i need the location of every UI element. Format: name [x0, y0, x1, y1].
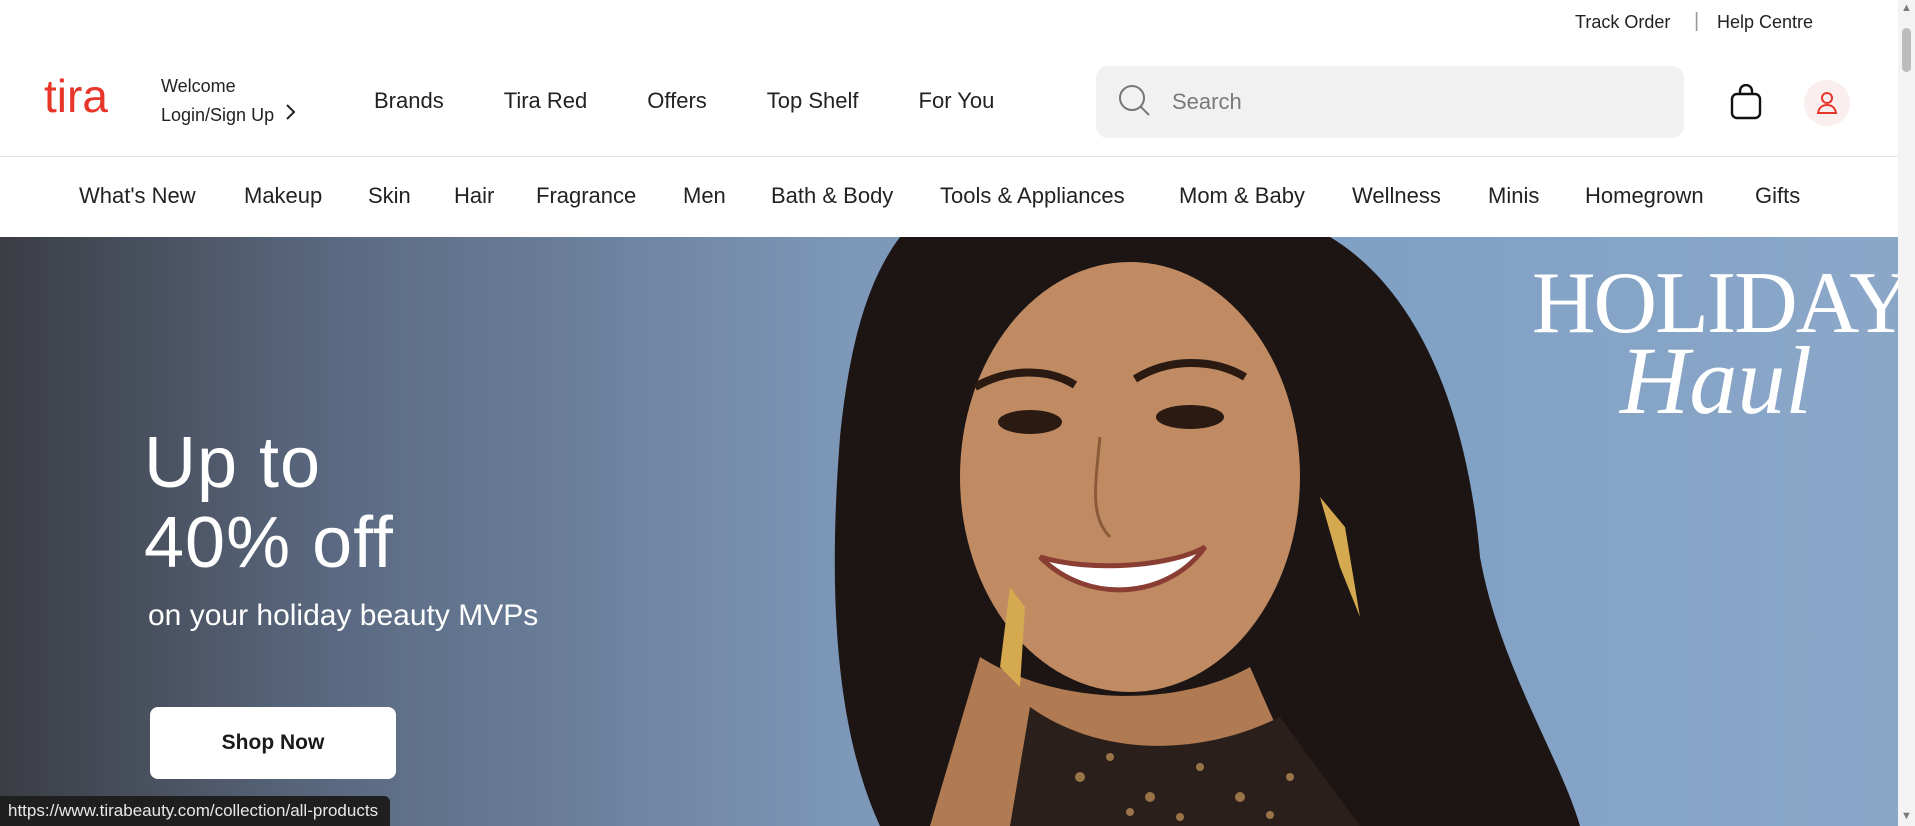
category-makeup[interactable]: Makeup [244, 183, 322, 209]
search-input[interactable] [1170, 88, 1654, 116]
category-wellness[interactable]: Wellness [1352, 183, 1441, 209]
category-gifts[interactable]: Gifts [1755, 183, 1800, 209]
shop-now-button[interactable]: Shop Now [150, 707, 396, 779]
main-header: tira Welcome Login/Sign Up Brands Tira R… [0, 44, 1898, 157]
hero-subtext: on your holiday beauty MVPs [148, 599, 539, 632]
hero-headline-line2: 40% off [144, 503, 394, 583]
login-label: Login/Sign Up [161, 105, 275, 125]
svg-text:tira: tira [44, 74, 108, 122]
scroll-up-arrow-icon[interactable]: ▲ [1901, 2, 1912, 14]
bag-icon[interactable] [1730, 83, 1762, 120]
nav-for-you[interactable]: For You [919, 88, 995, 114]
hero-banner[interactable]: Up to 40% off on your holiday beauty MVP… [0, 237, 1898, 826]
page-scrollbar[interactable]: ▲ ▼ [1898, 0, 1915, 826]
search-icon [1096, 82, 1152, 123]
category-skin[interactable]: Skin [368, 183, 411, 209]
nav-offers[interactable]: Offers [647, 88, 707, 114]
category-men[interactable]: Men [683, 183, 726, 209]
search-bar[interactable] [1096, 66, 1684, 138]
tira-logo[interactable]: tira [44, 70, 134, 128]
utility-separator: | [1694, 10, 1700, 32]
chevron-right-icon [284, 101, 296, 130]
scroll-down-arrow-icon[interactable]: ▼ [1901, 810, 1912, 822]
holiday-haul-badge-script: Haul [1620, 327, 1812, 434]
track-order-link[interactable]: Track Order [1575, 12, 1670, 33]
hero-headline: Up to 40% off [144, 423, 394, 583]
status-url-tooltip: https://www.tirabeauty.com/collection/al… [0, 796, 391, 826]
user-icon[interactable] [1804, 80, 1850, 126]
account-welcome[interactable]: Welcome Login/Sign Up [161, 72, 296, 130]
nav-top-shelf[interactable]: Top Shelf [767, 88, 859, 114]
help-centre-link[interactable]: Help Centre [1717, 12, 1813, 33]
scroll-thumb[interactable] [1902, 28, 1911, 72]
hero-headline-line1: Up to [144, 423, 322, 503]
category-fragrance[interactable]: Fragrance [536, 183, 636, 209]
welcome-label: Welcome [161, 76, 236, 96]
category-homegrown[interactable]: Homegrown [1585, 183, 1704, 209]
category-mom-baby[interactable]: Mom & Baby [1179, 183, 1305, 209]
category-whats-new[interactable]: What's New [79, 183, 196, 209]
category-tools-appliances[interactable]: Tools & Appliances [940, 183, 1125, 209]
primary-nav: Brands Tira Red Offers Top Shelf For You [374, 88, 994, 114]
nav-tira-red[interactable]: Tira Red [504, 88, 588, 114]
login-signup-link[interactable]: Login/Sign Up [161, 101, 296, 130]
nav-brands[interactable]: Brands [374, 88, 444, 114]
category-hair[interactable]: Hair [454, 183, 494, 209]
category-minis[interactable]: Minis [1488, 183, 1539, 209]
utility-bar: Track Order | Help Centre [0, 0, 1898, 44]
category-bath-body[interactable]: Bath & Body [771, 183, 893, 209]
category-nav: What's New Makeup Skin Hair Fragrance Me… [0, 157, 1898, 237]
